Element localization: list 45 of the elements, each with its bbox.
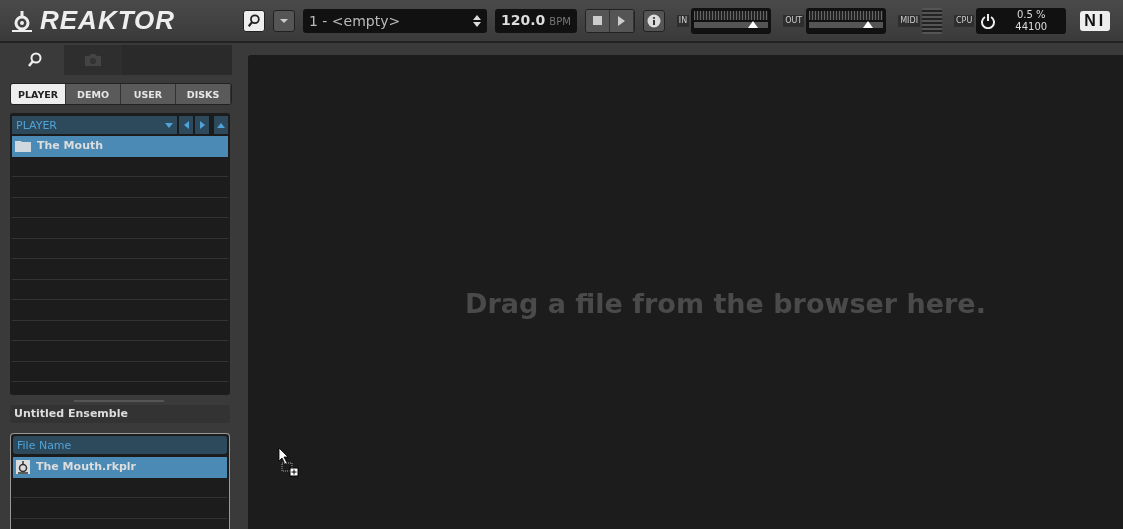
preset-selector[interactable]: 1 - <empty> xyxy=(303,8,487,33)
stepper-icon xyxy=(473,14,481,27)
up-button[interactable] xyxy=(214,116,228,134)
left-arrow-icon xyxy=(183,121,189,129)
search-icon xyxy=(27,52,43,68)
location-tab[interactable]: USER xyxy=(121,84,176,104)
meter-label: IN xyxy=(676,14,690,27)
file-row[interactable]: The Mouth.rkplr xyxy=(13,457,227,478)
ensemble-name: Untitled Ensemble xyxy=(10,405,230,423)
play-icon xyxy=(617,15,625,26)
midi-label: MIDI xyxy=(898,14,920,27)
path-dropdown[interactable]: PLAYER xyxy=(12,116,177,134)
volume-slider-thumb[interactable] xyxy=(748,20,759,28)
up-arrow-icon xyxy=(217,122,225,128)
stop-button[interactable] xyxy=(585,9,610,32)
cpu-label: CPU xyxy=(954,14,975,27)
stop-icon xyxy=(592,16,602,25)
caret-icon xyxy=(280,17,288,24)
sample-rate: 44100 xyxy=(1015,20,1048,33)
column-header[interactable]: File Name xyxy=(13,436,227,454)
back-button[interactable] xyxy=(179,116,193,134)
caret-icon xyxy=(165,122,173,128)
right-arrow-icon xyxy=(199,121,205,129)
search-icon xyxy=(247,13,261,28)
info-button[interactable] xyxy=(642,9,665,32)
logo-icon xyxy=(10,8,34,33)
drag-cursor-icon xyxy=(278,447,300,479)
play-button[interactable] xyxy=(609,9,634,32)
browser-item[interactable]: The Mouth xyxy=(12,136,228,157)
folder-icon xyxy=(15,139,31,152)
vendor-logo: NI xyxy=(1080,10,1111,31)
volume-slider-thumb[interactable] xyxy=(863,20,874,28)
midi-indicator xyxy=(922,7,942,34)
forward-button[interactable] xyxy=(195,116,209,134)
location-tab[interactable]: PLAYER xyxy=(11,84,66,104)
location-tab[interactable]: DISKS xyxy=(176,84,231,104)
power-icon[interactable] xyxy=(980,12,997,29)
meter-label: OUT xyxy=(783,14,805,27)
location-tab[interactable]: DEMO xyxy=(66,84,121,104)
file-icon xyxy=(16,459,30,474)
dropdown-button[interactable] xyxy=(273,9,295,32)
app-logo: REAKTOR xyxy=(40,5,176,36)
cpu-load: 0.5 % xyxy=(1016,8,1046,21)
search-button[interactable] xyxy=(243,9,265,32)
tempo-display[interactable]: 120.0 BPM xyxy=(495,8,577,33)
